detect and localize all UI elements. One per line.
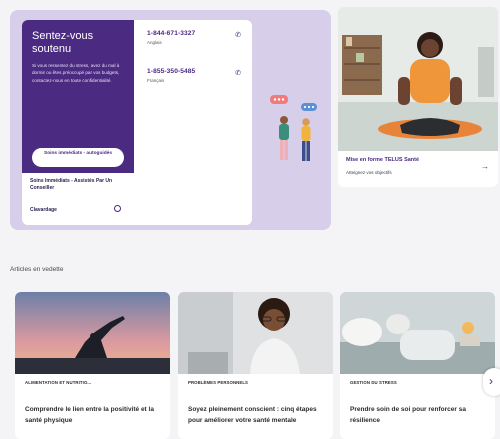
phone-icon[interactable]: ✆ xyxy=(235,31,241,39)
chevron-right-icon[interactable]: › xyxy=(483,368,500,396)
chat-icon[interactable] xyxy=(114,205,121,212)
support-intro: Sentez-vous soutenu Si vous ressentez du… xyxy=(22,20,134,173)
support-panel: Sentez-vous soutenu Si vous ressentez du… xyxy=(10,10,331,230)
article-tag: GESTION DU STRESS xyxy=(350,380,397,385)
support-body: Si vous ressentez du stress, avez du mal… xyxy=(32,63,120,83)
phone-number[interactable]: 1-844-671-3327 xyxy=(147,30,247,37)
article-card[interactable]: GESTION DU STRESS Prendre soin de soi po… xyxy=(340,292,495,439)
article-title[interactable]: Comprendre le lien entre la positivité e… xyxy=(25,404,165,426)
meditation-photo xyxy=(338,7,498,151)
arrow-right-icon[interactable]: → xyxy=(481,162,489,171)
phone-row[interactable]: 1-855-350-5485 Français ✆ xyxy=(147,68,247,106)
phone-icon[interactable]: ✆ xyxy=(235,69,241,77)
spa-towels-image xyxy=(340,292,495,374)
yoga-sunset-image xyxy=(15,292,170,374)
article-title[interactable]: Soyez pleinement conscient : cinq étapes… xyxy=(188,404,328,426)
phone-row[interactable]: 1-844-671-3327 Anglais ✆ xyxy=(147,30,247,68)
fitness-subtitle: Atteignez vos objectifs xyxy=(346,170,392,175)
phone-language: Français xyxy=(147,78,165,83)
woman-at-laptop-image xyxy=(178,292,333,374)
article-card[interactable]: ALIMENTATION ET NUTRITIO... Comprendre l… xyxy=(15,292,170,439)
featured-articles-heading: Articles en vedette xyxy=(10,266,64,273)
chat-link[interactable]: Clavardage xyxy=(30,207,57,213)
phone-language: Anglais xyxy=(147,40,162,45)
article-card[interactable]: PROBLÈMES PERSONNELS Soyez pleinement co… xyxy=(178,292,333,439)
fitness-card[interactable]: Mise en forme TELUS Santé Atteignez vos … xyxy=(338,7,498,187)
fitness-title[interactable]: Mise en forme TELUS Santé xyxy=(346,157,419,163)
counsellor-assisted-link[interactable]: Soins Immédiats - Assistés Par Un Consei… xyxy=(30,178,126,192)
phone-number[interactable]: 1-855-350-5485 xyxy=(147,68,247,75)
self-guided-care-button[interactable]: Soins immédiats - autoguidés xyxy=(32,148,124,167)
support-card: Sentez-vous soutenu Si vous ressentez du… xyxy=(22,20,252,225)
support-title: Sentez-vous soutenu xyxy=(32,30,94,55)
article-tag: PROBLÈMES PERSONNELS xyxy=(188,380,249,385)
article-tag: ALIMENTATION ET NUTRITIO... xyxy=(25,380,92,385)
phone-list: 1-844-671-3327 Anglais ✆ 1-855-350-5485 … xyxy=(147,30,247,106)
conversation-illustration xyxy=(270,95,317,161)
article-title[interactable]: Prendre soin de soi pour renforcer sa ré… xyxy=(350,404,490,426)
support-links: Soins Immédiats - Assistés Par Un Consei… xyxy=(22,175,134,225)
